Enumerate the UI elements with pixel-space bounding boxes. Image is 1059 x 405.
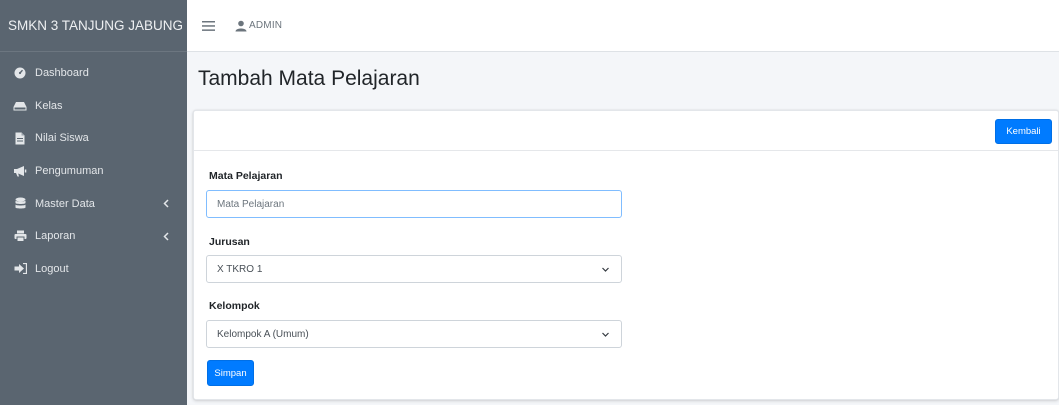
mata-pelajaran-input[interactable]: Mata Pelajaran [206,190,622,218]
mata-pelajaran-label: Mata Pelajaran [209,170,283,182]
sidebar-item-label: Dashboard [35,67,89,80]
jurusan-selected-value: X TKRO 1 [217,263,263,275]
sidebar-item-label: Laporan [35,230,76,243]
user-icon [235,20,247,32]
chevron-left-icon [163,199,171,209]
form-card: Kembali Mata Pelajaran Mata Pelajaran Ju… [193,110,1059,400]
sidebar-item-pengumuman[interactable]: Pengumuman [0,155,187,188]
top-navbar: ADMIN [187,0,1059,52]
jurusan-select[interactable]: X TKRO 1 [206,255,622,283]
kelompok-select[interactable]: Kelompok A (Umum) [206,320,622,348]
card-header: Kembali [194,111,1058,151]
sidebar-item-nilai-siswa[interactable]: Nilai Siswa [0,122,187,155]
tachometer-icon [13,66,27,80]
user-label: ADMIN [249,20,283,31]
kelompok-label: Kelompok [209,300,260,312]
sidebar: SMKN 3 TANJUNG JABUNG BARAT Dashboard Ke… [0,0,187,405]
brand-link[interactable]: SMKN 3 TANJUNG JABUNG BARAT [0,0,187,52]
sidebar-item-label: Kelas [35,99,63,112]
sidebar-nav: Dashboard Kelas Nilai Siswa Pengumuman M… [0,52,187,285]
print-icon [13,229,27,243]
save-button[interactable]: Simpan [207,360,254,386]
sidebar-item-logout[interactable]: Logout [0,253,187,286]
bullhorn-icon [13,164,27,178]
page-title: Tambah Mata Pelajaran [198,67,420,90]
sidebar-item-dashboard[interactable]: Dashboard [0,57,187,90]
sidebar-item-label: Master Data [35,197,95,210]
sidebar-item-master-data[interactable]: Master Data [0,187,187,220]
hdd-icon [13,99,27,113]
jurusan-label: Jurusan [209,236,250,248]
sidebar-item-label: Logout [35,262,69,275]
chevron-down-icon [601,265,610,274]
database-icon [13,197,27,211]
sidebar-item-label: Pengumuman [35,165,104,178]
sign-out-icon [13,262,27,276]
chevron-left-icon [163,231,171,241]
chevron-down-icon [601,330,610,339]
sidebar-item-kelas[interactable]: Kelas [0,90,187,123]
kelompok-selected-value: Kelompok A (Umum) [217,328,309,340]
menu-toggle-icon[interactable] [202,19,218,33]
user-menu[interactable]: ADMIN [235,20,282,32]
mata-pelajaran-placeholder: Mata Pelajaran [217,198,285,210]
file-icon [13,131,27,145]
sidebar-item-label: Nilai Siswa [35,132,89,145]
content-header: Tambah Mata Pelajaran [198,62,420,96]
sidebar-item-laporan[interactable]: Laporan [0,220,187,253]
back-button[interactable]: Kembali [995,119,1052,144]
